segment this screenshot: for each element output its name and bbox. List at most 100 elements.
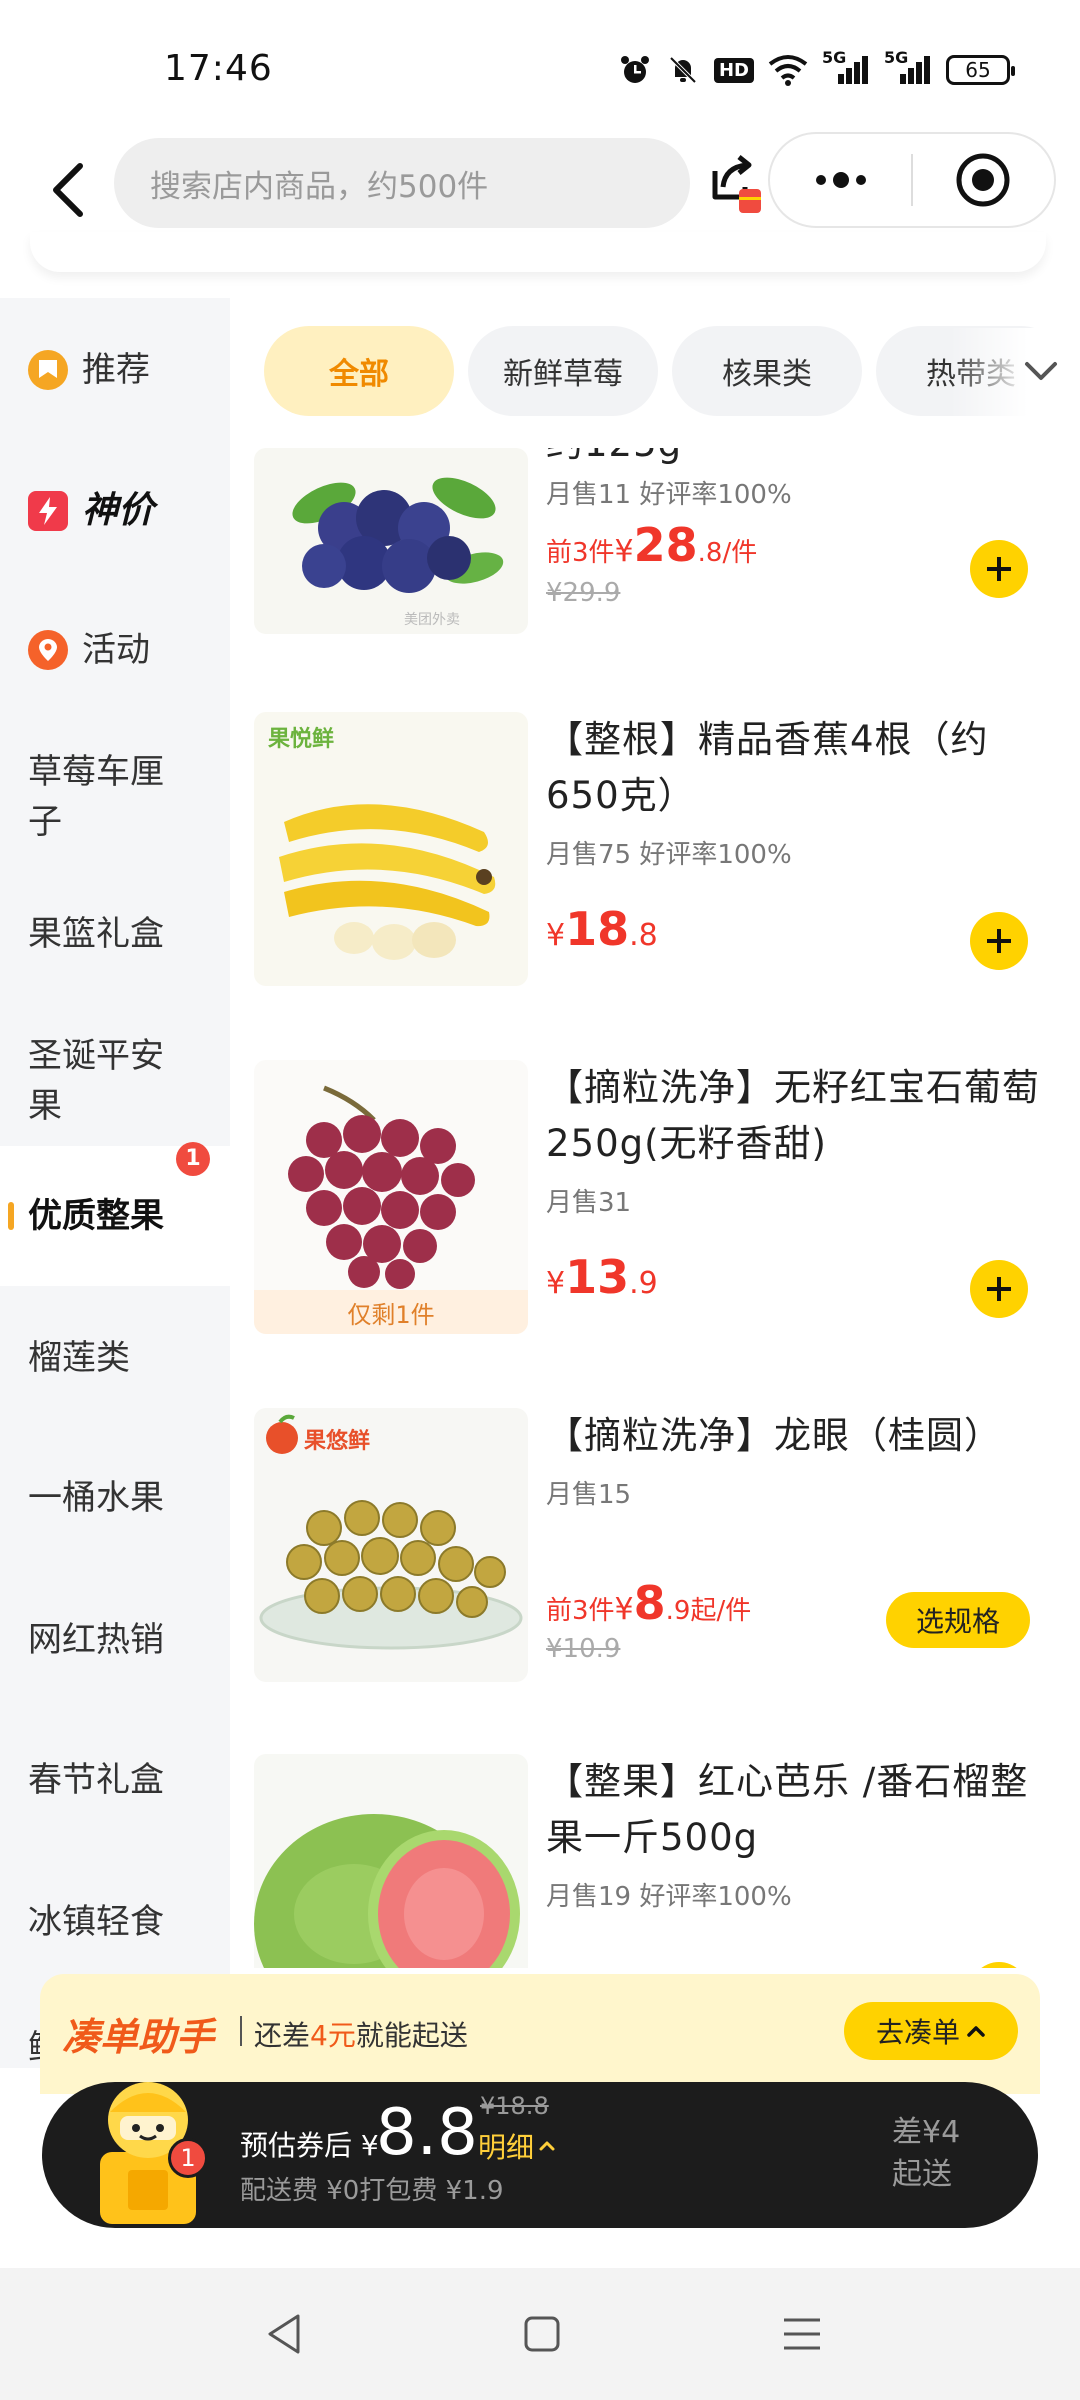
product-card-blueberry[interactable]: 美团外卖 约125g 月售11 好评率100% 前3件¥28.8/件 ¥29.9 — [230, 448, 1080, 648]
product-price: ¥18.8 — [546, 902, 658, 956]
sidebar-item-label: 冰镇轻食 — [28, 1902, 164, 1942]
sidebar-item-label: 优质整果 — [28, 1196, 164, 1236]
back-button[interactable] — [36, 152, 100, 228]
product-price: 前3件¥8.9起/件 — [546, 1576, 751, 1630]
net2-label: 5G — [884, 48, 909, 67]
price-main: 28 — [633, 518, 698, 572]
battery-icon: 65 — [946, 55, 1015, 85]
sidebar-item-recommend[interactable]: 推荐 — [0, 340, 230, 400]
tab-strawberry[interactable]: 新鲜草莓 — [468, 326, 658, 416]
nav-menu-button[interactable] — [772, 2306, 832, 2362]
price-currency: ¥ — [546, 918, 566, 953]
sidebar-item-strawberry-cherry[interactable]: 草莓车厘子 — [0, 742, 200, 852]
product-card-guava[interactable]: 【整果】红心芭乐 /番石榴整果一斤500g 月售19 好评率100% — [230, 1754, 1080, 1968]
sidebar-item-god-price[interactable]: 神价 — [0, 478, 230, 544]
sidebar-item-gift-basket[interactable]: 果篮礼盒 — [0, 904, 230, 964]
price-currency: ¥ — [614, 534, 634, 569]
category-tabs: 全部 新鲜草莓 核果类 热带类 — [230, 298, 1080, 448]
product-sales: 月售11 好评率100% — [546, 480, 792, 510]
product-image: 果悦鲜 — [254, 712, 528, 986]
active-indicator — [8, 1202, 14, 1230]
sidebar-item-label: 神价 — [82, 490, 155, 531]
price-currency: ¥ — [546, 1266, 566, 1301]
mini-program-capsule — [768, 132, 1056, 228]
cart-bar[interactable]: 1 预估券后 ¥ 8.8 ¥18.8 明细 配送费 ¥0打包费 ¥1.9 差¥4… — [42, 2082, 1038, 2228]
mute-icon — [666, 53, 700, 87]
share-button[interactable] — [700, 148, 770, 218]
product-title: 【摘粒洗净】龙眼（桂圆） — [546, 1414, 1002, 1457]
tip-prefix: 还差 — [254, 2019, 311, 2052]
tab-all[interactable]: 全部 — [264, 326, 454, 416]
location-icon — [28, 630, 68, 670]
search-input[interactable]: 搜索店内商品，约500件 — [114, 138, 690, 228]
price-main: 8 — [633, 1576, 666, 1630]
svg-text:美团外卖: 美团外卖 — [404, 612, 460, 628]
add-to-cart-button[interactable] — [970, 540, 1028, 598]
product-price: ¥13.9 — [546, 1250, 658, 1304]
category-sidebar: 推荐 神价 活动 草莓车厘子 果篮礼盒 圣诞平安果 优质整果 1 榴莲类 一桶水… — [0, 298, 230, 2068]
add-to-cart-button[interactable] — [970, 912, 1028, 970]
expand-tabs-button[interactable] — [1016, 346, 1066, 396]
price-prefix: 前3件 — [546, 538, 615, 568]
signal-5g-icon: 5G — [822, 48, 870, 86]
more-dots-icon — [815, 172, 866, 188]
sidebar-item-trending[interactable]: 网红热销 — [0, 1610, 230, 1670]
price-main: 18 — [565, 902, 630, 956]
product-image — [254, 1754, 528, 1968]
system-nav-bar — [0, 2268, 1080, 2400]
chevron-up-icon — [967, 2026, 985, 2037]
fees-text: 配送费 ¥0打包费 ¥1.9 — [240, 2176, 504, 2206]
net1-label: 5G — [822, 48, 847, 67]
select-spec-button[interactable]: 选规格 — [886, 1592, 1030, 1648]
helper-tip: 还差4元就能起送 — [254, 2014, 468, 2054]
signal-5g-icon: 5G — [884, 48, 932, 86]
alarm-icon — [618, 53, 652, 87]
add-more-button[interactable]: 去凑单 — [844, 2002, 1018, 2060]
product-sales: 月售31 — [546, 1188, 632, 1218]
target-icon — [956, 153, 1010, 207]
estimate-label: 预估券后 ¥ — [240, 2129, 379, 2162]
sidebar-item-label: 一桶水果 — [28, 1478, 164, 1518]
helper-separator — [240, 2016, 242, 2046]
nav-home-button[interactable] — [512, 2306, 572, 2362]
price-main: 13 — [565, 1250, 630, 1304]
add-to-cart-button[interactable] — [970, 1962, 1028, 1968]
menu-icon — [784, 2318, 820, 2350]
plus-icon — [987, 929, 1011, 953]
product-price: 前3件¥28.8/件 — [546, 518, 757, 572]
sidebar-item-bucket-fruit[interactable]: 一桶水果 — [0, 1468, 230, 1528]
sidebar-item-chilled-snacks[interactable]: 冰镇轻食 — [0, 1892, 230, 1952]
product-card-banana[interactable]: 果悦鲜 【整根】精品香蕉4根（约650克） 月售75 好评率100% ¥18.8 — [230, 712, 1080, 1012]
price-currency: ¥ — [614, 1592, 634, 1627]
product-card-longan[interactable]: 果悠鲜 【摘粒洗净】龙眼（桂圆） 月售15 前3件¥8.9起/件 ¥10.9 选… — [230, 1408, 1080, 1708]
product-image: 果悠鲜 — [254, 1408, 528, 1682]
sidebar-item-label: 果篮礼盒 — [28, 914, 164, 954]
sidebar-item-activity[interactable]: 活动 — [0, 620, 230, 680]
sidebar-item-label: 春节礼盒 — [28, 1760, 164, 1800]
square-home-icon — [524, 2316, 560, 2352]
sidebar-item-new-year-gift[interactable]: 春节礼盒 — [0, 1750, 230, 1810]
nav-back-button[interactable] — [254, 2306, 314, 2362]
more-button[interactable] — [770, 134, 911, 226]
helper-brand: 凑单助手 — [62, 2015, 215, 2059]
add-more-label: 去凑单 — [875, 2016, 960, 2049]
price-decimal: .9起/件 — [665, 1596, 752, 1626]
sidebar-item-label: 榴莲类 — [28, 1338, 130, 1378]
app-screen: 17:46 HD 5G 5G 65 搜索店内商品，约500件 推荐 神价 活动 … — [0, 0, 1080, 2400]
cart-count-badge: 1 — [168, 2138, 208, 2178]
sidebar-item-label: 圣诞平安果 — [28, 1036, 164, 1126]
price-decimal: .9 — [629, 1266, 658, 1301]
close-program-button[interactable] — [913, 134, 1054, 226]
chevron-left-icon — [53, 163, 83, 217]
sidebar-item-label: 网红热销 — [28, 1620, 164, 1660]
lightning-icon — [28, 491, 68, 531]
sidebar-item-durian[interactable]: 榴莲类 — [0, 1328, 230, 1388]
sidebar-item-christmas-apple[interactable]: 圣诞平安果 — [0, 1026, 230, 1136]
chevron-down-icon — [1025, 362, 1057, 380]
hd-icon: HD — [713, 57, 754, 83]
sidebar-item-whole-fruit[interactable]: 优质整果 1 — [0, 1142, 230, 1286]
product-card-grape[interactable]: 仅剩1件 【摘粒洗净】无籽红宝石葡萄250g(无籽香甜) 月售31 ¥13.9 — [230, 1060, 1080, 1360]
tab-stone-fruit[interactable]: 核果类 — [672, 326, 862, 416]
price-detail-button[interactable]: 明细 — [478, 2126, 556, 2166]
add-to-cart-button[interactable] — [970, 1260, 1028, 1318]
